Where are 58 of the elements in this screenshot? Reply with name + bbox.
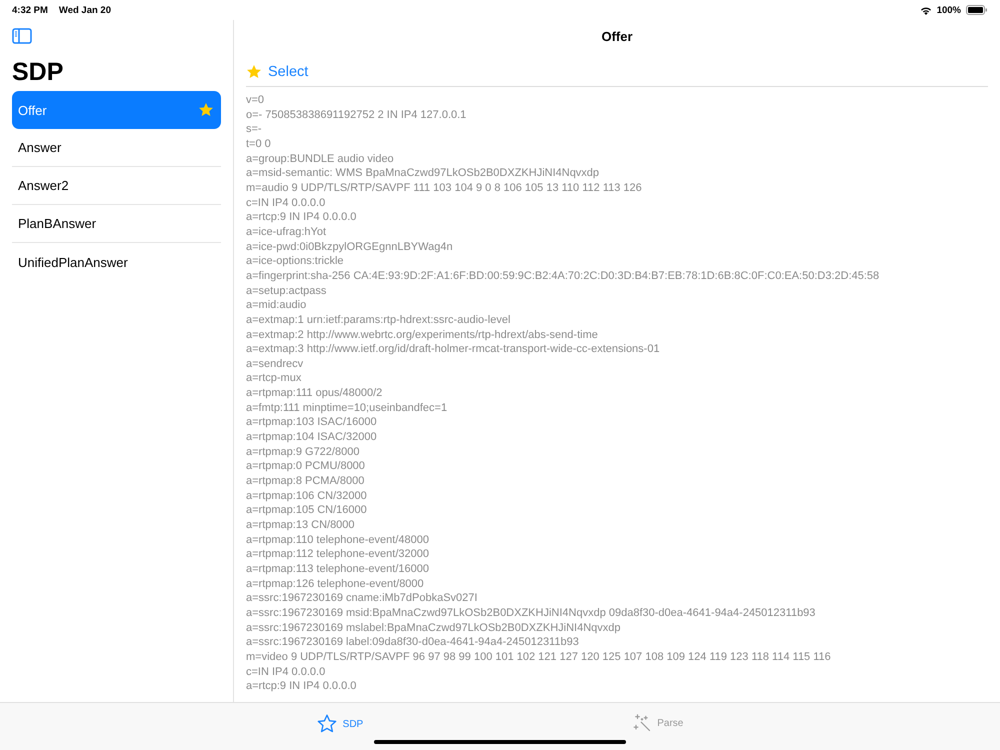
sdp-line: a=fmtp:111 minptime=10;useinbandfec=1 <box>246 400 448 416</box>
sdp-line: m=video 9 UDP/TLS/RTP/SAVPF 96 97 98 99 100 101 102 121 127 120 125 107 108 109 124 119 123 118 114 115 116 <box>246 650 832 665</box>
sdp-line: a=ice-ufrag:hYot <box>246 224 328 240</box>
sdp-line: a=mid:audio <box>246 298 308 313</box>
sdp-line: a=rtpmap:8 PCMA/8000 <box>246 474 366 489</box>
sdp-line: a=rtpmap:0 PCMU/8000 <box>246 459 366 474</box>
sdp-line: a=rtpmap:113 telephone-event/16000 <box>246 562 430 577</box>
sidebar-item[interactable]: PlanBAnswer <box>12 205 221 243</box>
sdp-line: c=IN IP4 0.0.0.0 <box>246 196 326 210</box>
sdp-line: a=extmap:3 http://www.ietf.org/id/draft-holmer-rmcat-transport-wide-cc-extensions-01 <box>246 342 661 357</box>
status-date: Wed Jan 20 <box>58 4 112 16</box>
sdp-line: c=IN IP4 0.0.0.0 <box>246 664 326 680</box>
sidebar-item[interactable]: UnifiedPlanAnswer <box>12 243 221 281</box>
sdp-line: a=rtpmap:112 telephone-event/32000 <box>246 547 430 562</box>
sidebar-toggle-icon[interactable] <box>12 28 32 44</box>
sdp-line: a=rtcp:9 IN IP4 0.0.0.0 <box>246 679 358 694</box>
sdp-line: a=rtpmap:104 ISAC/32000 <box>246 430 378 445</box>
sdp-line: a=group:BUNDLE audio video <box>246 152 395 166</box>
status-time: 4:32 PM <box>12 4 48 16</box>
sdp-line: t=0 0 <box>246 136 272 152</box>
sdp-line: a=ssrc:1967230169 cname:iMb7dPobkaSv027I <box>246 591 478 606</box>
sdp-line: a=extmap:2 http://www.webrtc.org/experiments/rtp-hdrext/abs-send-time <box>246 328 599 342</box>
sidebar-title: SDP <box>12 58 64 87</box>
star-icon <box>316 714 337 734</box>
sdp-line: a=extmap:1 urn:ietf:params:rtp-hdrext:ssrc-audio-level <box>246 312 512 328</box>
sdp-line: a=rtpmap:105 CN/16000 <box>246 503 368 518</box>
sdp-line: a=ice-options:trickle <box>246 254 345 269</box>
sdp-line: a=ice-pwd:0i0BkzpylORGEgnnLBYWag4n <box>246 240 454 254</box>
detail-title: Offer <box>600 28 634 46</box>
sdp-line: a=rtpmap:106 CN/32000 <box>246 488 368 504</box>
battery-percent: 100% <box>936 4 961 16</box>
sdp-line: v=0 <box>246 93 266 108</box>
sdp-line: a=rtcp-mux <box>246 371 302 386</box>
sdp-line: a=rtpmap:110 telephone-event/48000 <box>246 532 430 548</box>
sidebar-item[interactable]: Answer2 <box>12 167 221 205</box>
sdp-line: a=rtpmap:13 CN/8000 <box>246 518 356 533</box>
sidebar-item[interactable]: Answer <box>12 129 221 167</box>
sdp-line: a=setup:actpass <box>246 284 328 298</box>
sdp-line: m=audio 9 UDP/TLS/RTP/SAVPF 111 103 104 9 0 8 106 105 13 110 112 113 126 <box>246 180 643 196</box>
star-icon <box>246 64 262 80</box>
sdp-line: a=msid-semantic: WMS BpaMnaCzwd97LkOSb2B0DXZKHJiNI4Nqvxdp <box>246 166 600 181</box>
sdp-line: s=- <box>246 122 263 137</box>
sidebar-item[interactable]: Offer <box>12 91 221 129</box>
sdp-line: a=sendrecv <box>246 356 304 372</box>
sdp-line: a=ssrc:1967230169 mslabel:BpaMnaCzwd97LkOSb2B0DXZKHJiNI4Nqvxdp <box>246 620 622 636</box>
sdp-line: o=- 750853838691192752 2 IN IP4 127.0.0.1 <box>246 108 468 122</box>
wifi-icon <box>920 6 932 14</box>
magic-wand-icon <box>633 714 652 732</box>
sdp-line: a=fingerprint:sha-256 CA:4E:93:9D:2F:A1:6F:BD:00:59:9C:B2:4A:70:2C:D0:3D:B4:B7:EB:78:1D:6B:8C:0F:C0:EA:50:D3:2D:45:58 <box>246 268 880 284</box>
battery-icon <box>966 5 988 15</box>
select-button[interactable]: Select <box>246 64 308 80</box>
sdp-line: a=rtpmap:9 G722/8000 <box>246 444 360 460</box>
sdp-line: a=ssrc:1967230169 msid:BpaMnaCzwd97LkOSb2B0DXZKHJiNI4Nqvxdp 09da8f30-d0ea-4641-94a4-245012311b93 <box>246 606 816 621</box>
sdp-line: a=rtpmap:103 ISAC/16000 <box>246 415 378 430</box>
sdp-line: a=rtcp:9 IN IP4 0.0.0.0 <box>246 210 358 225</box>
sdp-line: a=ssrc:1967230169 label:09da8f30-d0ea-4641-94a4-245012311b93 <box>246 635 580 650</box>
sdp-line: a=rtpmap:126 telephone-event/8000 <box>246 576 425 592</box>
sdp-line: a=rtpmap:111 opus/48000/2 <box>246 386 384 401</box>
